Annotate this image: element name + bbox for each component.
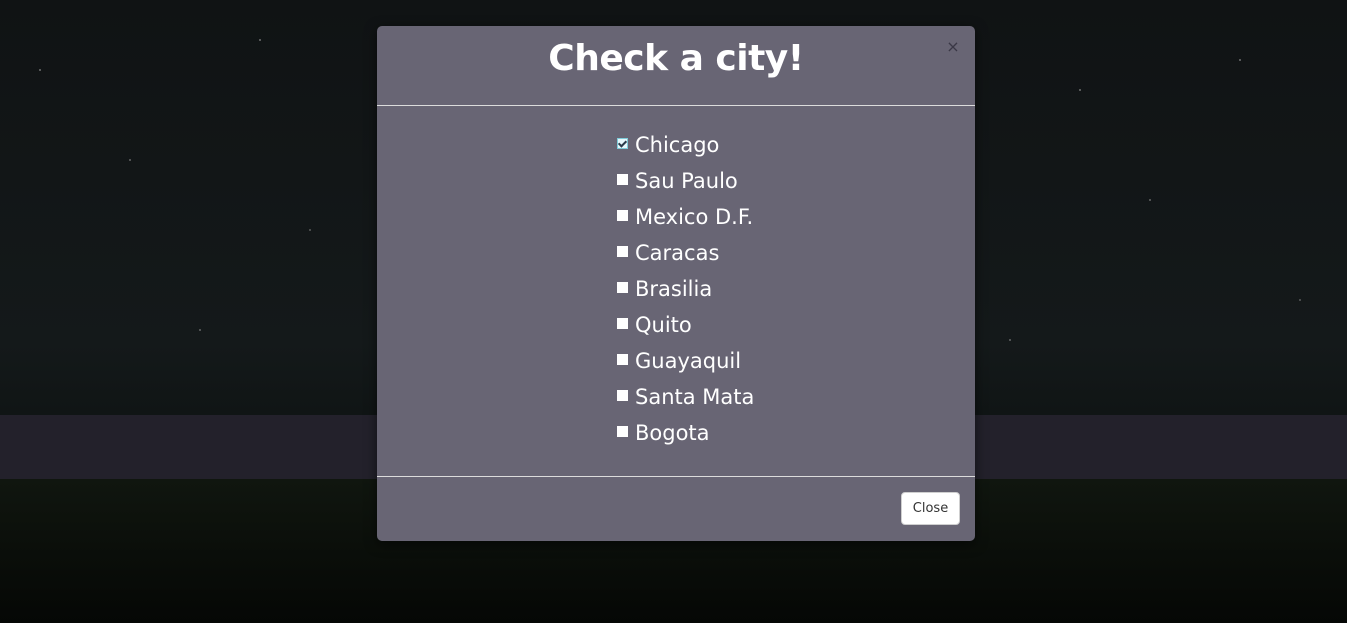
city-label: Sau Paulo: [635, 169, 738, 193]
city-label: Quito: [635, 313, 692, 337]
city-checkbox[interactable]: [617, 354, 628, 365]
city-item-caracas[interactable]: Caracas: [617, 240, 754, 276]
city-checkbox[interactable]: [617, 210, 628, 221]
city-label: Santa Mata: [635, 385, 755, 409]
city-list: Chicago Sau Paulo Mexico D.F. Caracas Br…: [617, 132, 754, 456]
city-checkbox[interactable]: [617, 246, 628, 257]
city-checkbox[interactable]: [617, 174, 628, 185]
city-label: Caracas: [635, 241, 720, 265]
city-label: Brasilia: [635, 277, 713, 301]
city-item-guayaquil[interactable]: Guayaquil: [617, 348, 754, 384]
modal-body: Chicago Sau Paulo Mexico D.F. Caracas Br…: [377, 106, 975, 476]
modal-footer: Close: [377, 476, 975, 542]
city-item-santa-mata[interactable]: Santa Mata: [617, 384, 754, 420]
city-checkbox[interactable]: [617, 138, 628, 149]
modal-header: Check a city! ×: [377, 26, 975, 106]
close-icon[interactable]: ×: [945, 38, 961, 56]
city-item-bogota[interactable]: Bogota: [617, 420, 754, 456]
city-label: Mexico D.F.: [635, 205, 754, 229]
city-modal: Check a city! × Chicago Sau Paulo Mexico…: [377, 26, 975, 541]
city-label: Guayaquil: [635, 349, 742, 373]
city-label: Chicago: [635, 133, 720, 157]
close-button[interactable]: Close: [901, 492, 960, 525]
city-item-chicago[interactable]: Chicago: [617, 132, 754, 168]
city-item-mexico-df[interactable]: Mexico D.F.: [617, 204, 754, 240]
city-item-quito[interactable]: Quito: [617, 312, 754, 348]
city-item-brasilia[interactable]: Brasilia: [617, 276, 754, 312]
city-checkbox[interactable]: [617, 426, 628, 437]
modal-title: Check a city!: [548, 38, 804, 79]
city-checkbox[interactable]: [617, 390, 628, 401]
city-label: Bogota: [635, 421, 710, 445]
city-checkbox[interactable]: [617, 318, 628, 329]
city-item-sau-paulo[interactable]: Sau Paulo: [617, 168, 754, 204]
city-checkbox[interactable]: [617, 282, 628, 293]
